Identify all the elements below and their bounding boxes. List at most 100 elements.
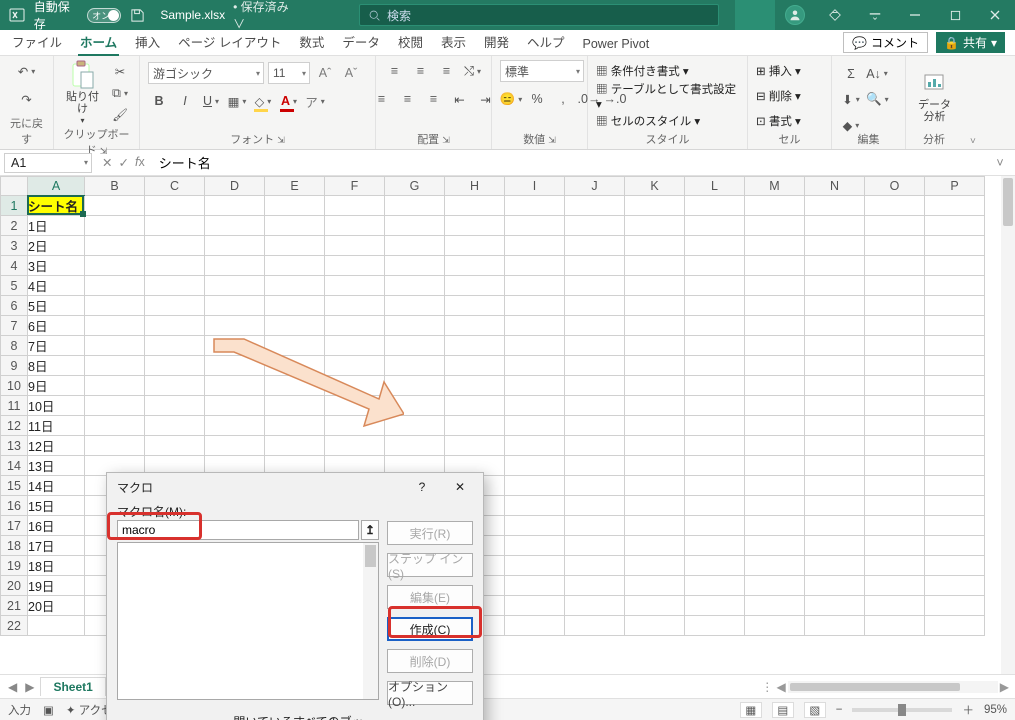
cell[interactable] bbox=[625, 496, 685, 516]
cell[interactable] bbox=[685, 196, 745, 216]
column-header[interactable]: J bbox=[565, 177, 625, 196]
cell[interactable]: 1日 bbox=[28, 216, 85, 236]
ribbon-options-icon[interactable] bbox=[855, 0, 895, 30]
bold-button[interactable]: B bbox=[148, 90, 170, 112]
view-page-break-icon[interactable]: ▧ bbox=[804, 702, 826, 718]
row-header[interactable]: 12 bbox=[1, 416, 28, 436]
cell[interactable] bbox=[745, 316, 805, 336]
align-bottom-icon[interactable]: ≡ bbox=[436, 60, 458, 82]
cell[interactable] bbox=[565, 456, 625, 476]
zoom-out-button[interactable]: − bbox=[836, 704, 843, 716]
cell[interactable] bbox=[28, 616, 85, 636]
cell[interactable] bbox=[745, 216, 805, 236]
cell[interactable] bbox=[85, 196, 145, 216]
row-header[interactable]: 7 bbox=[1, 316, 28, 336]
cell[interactable] bbox=[505, 576, 565, 596]
minimize-button[interactable] bbox=[895, 0, 935, 30]
macro-run-button[interactable]: 実行(R) bbox=[387, 521, 473, 545]
cell[interactable] bbox=[265, 256, 325, 276]
cell[interactable] bbox=[565, 596, 625, 616]
column-header[interactable]: H bbox=[445, 177, 505, 196]
cell[interactable] bbox=[805, 476, 865, 496]
delete-cells-button[interactable]: ⊟ 削除 ▾ bbox=[756, 88, 801, 104]
cell[interactable] bbox=[445, 376, 505, 396]
cell[interactable] bbox=[325, 356, 385, 376]
cell[interactable] bbox=[145, 276, 205, 296]
insert-function-icon[interactable]: fx bbox=[135, 155, 145, 170]
cell[interactable] bbox=[205, 216, 265, 236]
cell[interactable] bbox=[925, 296, 985, 316]
cell[interactable] bbox=[925, 336, 985, 356]
cell[interactable]: 8日 bbox=[28, 356, 85, 376]
sort-filter-icon[interactable]: A↓ bbox=[866, 63, 888, 85]
cell[interactable] bbox=[685, 356, 745, 376]
cell[interactable] bbox=[865, 476, 925, 496]
format-as-table-button[interactable]: ▦ テーブルとして書式設定 ▾ bbox=[596, 81, 739, 111]
row-header[interactable]: 14 bbox=[1, 456, 28, 476]
macro-options-button[interactable]: オプション(O)... bbox=[387, 681, 473, 705]
cell[interactable] bbox=[565, 436, 625, 456]
cell[interactable] bbox=[85, 236, 145, 256]
cell[interactable] bbox=[865, 336, 925, 356]
paste-button[interactable]: 貼り付け ▾ bbox=[62, 60, 103, 125]
cell[interactable] bbox=[325, 436, 385, 456]
cell[interactable] bbox=[505, 356, 565, 376]
cell[interactable] bbox=[325, 236, 385, 256]
row-header[interactable]: 15 bbox=[1, 476, 28, 496]
cell[interactable] bbox=[445, 396, 505, 416]
cell[interactable] bbox=[145, 216, 205, 236]
cell[interactable] bbox=[805, 216, 865, 236]
cell[interactable] bbox=[925, 276, 985, 296]
vertical-scrollbar[interactable] bbox=[1001, 176, 1015, 674]
cell[interactable] bbox=[685, 596, 745, 616]
cell[interactable] bbox=[325, 216, 385, 236]
macro-list[interactable] bbox=[117, 542, 379, 700]
cell[interactable] bbox=[505, 396, 565, 416]
cell[interactable]: 13日 bbox=[28, 456, 85, 476]
cell[interactable] bbox=[745, 336, 805, 356]
cell[interactable] bbox=[865, 616, 925, 636]
cell[interactable] bbox=[745, 456, 805, 476]
formula-input[interactable] bbox=[155, 153, 987, 173]
borders-button[interactable]: ▦ bbox=[226, 90, 248, 112]
cell[interactable] bbox=[925, 236, 985, 256]
cell[interactable] bbox=[145, 356, 205, 376]
cell[interactable] bbox=[625, 516, 685, 536]
cell[interactable]: 18日 bbox=[28, 556, 85, 576]
tab-help[interactable]: ヘルプ bbox=[525, 28, 567, 55]
cell[interactable] bbox=[265, 316, 325, 336]
cell[interactable] bbox=[325, 196, 385, 216]
cell[interactable] bbox=[625, 336, 685, 356]
cell[interactable] bbox=[385, 336, 445, 356]
cell[interactable] bbox=[565, 276, 625, 296]
row-header[interactable]: 21 bbox=[1, 596, 28, 616]
font-name-combo[interactable]: 游ゴシック▾ bbox=[148, 62, 264, 84]
macro-name-input[interactable] bbox=[117, 520, 359, 540]
cell[interactable] bbox=[625, 356, 685, 376]
undo-button[interactable]: ↶ bbox=[16, 60, 38, 82]
cell[interactable] bbox=[85, 316, 145, 336]
close-button[interactable] bbox=[975, 0, 1015, 30]
cell[interactable]: 6日 bbox=[28, 316, 85, 336]
tab-home[interactable]: ホーム bbox=[78, 28, 119, 55]
cell[interactable] bbox=[625, 376, 685, 396]
cell[interactable] bbox=[385, 416, 445, 436]
align-left-icon[interactable]: ≡ bbox=[371, 88, 393, 110]
cell[interactable] bbox=[865, 576, 925, 596]
cell[interactable] bbox=[865, 256, 925, 276]
cell[interactable]: 9日 bbox=[28, 376, 85, 396]
cell[interactable] bbox=[865, 316, 925, 336]
cell[interactable] bbox=[805, 576, 865, 596]
cell[interactable] bbox=[565, 496, 625, 516]
cell[interactable] bbox=[565, 556, 625, 576]
cell[interactable] bbox=[925, 536, 985, 556]
cell[interactable] bbox=[565, 396, 625, 416]
cell[interactable] bbox=[565, 476, 625, 496]
macro-dialog-titlebar[interactable]: マクロ ? ✕ bbox=[107, 473, 483, 501]
view-page-layout-icon[interactable]: ▤ bbox=[772, 702, 794, 718]
cell[interactable] bbox=[685, 476, 745, 496]
cell[interactable]: 14日 bbox=[28, 476, 85, 496]
cell[interactable] bbox=[745, 556, 805, 576]
cell[interactable] bbox=[445, 316, 505, 336]
cell[interactable] bbox=[745, 576, 805, 596]
